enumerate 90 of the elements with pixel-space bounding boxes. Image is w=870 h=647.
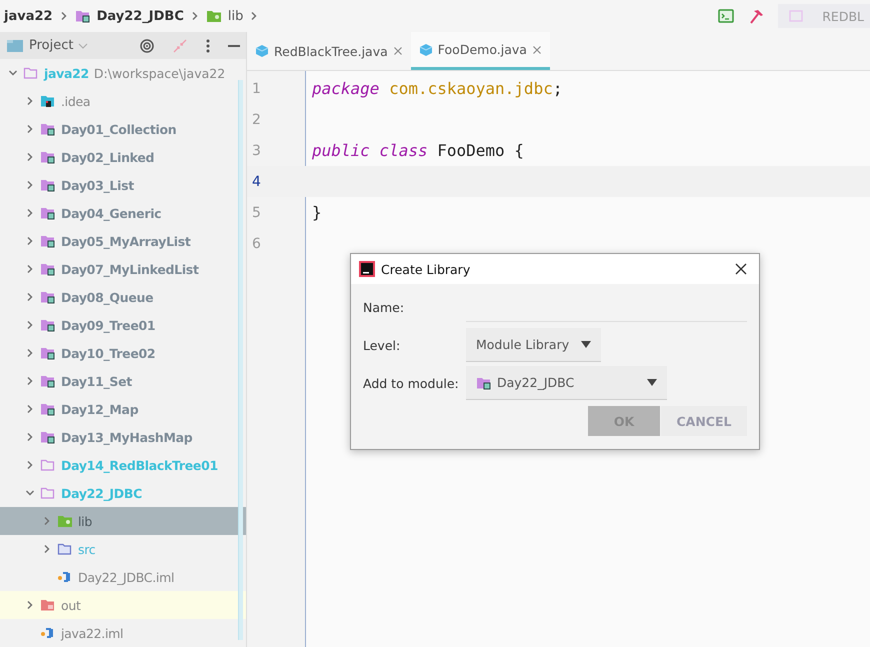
minimize-icon xyxy=(228,44,240,46)
tree-item[interactable]: Day13_MyHashMap xyxy=(0,423,246,451)
app-logo-icon xyxy=(359,261,375,277)
close-icon xyxy=(735,263,747,275)
module-file-icon xyxy=(57,570,73,584)
module-folder-icon xyxy=(40,262,56,276)
module-folder-icon xyxy=(40,430,56,444)
tree-item[interactable]: .idea xyxy=(0,87,246,115)
project-icon xyxy=(6,38,24,52)
code-text: public class xyxy=(312,141,428,160)
java-class-icon xyxy=(255,44,269,58)
tree-item[interactable]: out xyxy=(0,591,246,619)
tree-item[interactable]: Day22_JDBC xyxy=(0,479,246,507)
run-configuration-name: REDBL xyxy=(822,8,864,24)
breadcrumb-item[interactable]: Day22_JDBC xyxy=(96,8,184,24)
dropdown-arrow-icon xyxy=(647,378,657,386)
tree-item[interactable]: Day07_MyLinkedList xyxy=(0,255,246,283)
dropdown-arrow-icon xyxy=(581,340,591,348)
editor-tab[interactable]: FooDemo.java xyxy=(410,32,550,70)
tree-item[interactable]: Day03_List xyxy=(0,171,246,199)
dropdown[interactable]: Day22_JDBC xyxy=(466,366,667,400)
tree-item[interactable]: Day10_Tree02 xyxy=(0,339,246,367)
module-folder-icon xyxy=(40,374,56,388)
cancel-button[interactable]: CANCEL xyxy=(661,406,747,436)
close-icon xyxy=(392,46,403,56)
hammer-icon xyxy=(748,8,764,24)
tree-item[interactable]: Day02_Linked xyxy=(0,143,246,171)
run-configuration-selector[interactable]: REDBL xyxy=(778,4,870,28)
excluded-folder-icon xyxy=(40,598,56,612)
code-text: package xyxy=(312,79,380,98)
module-folder-icon xyxy=(40,122,56,136)
code-text: com.cskaoyan.jdbc xyxy=(388,79,553,98)
breadcrumb-item[interactable]: java22 xyxy=(4,8,53,24)
folder-icon xyxy=(40,458,56,472)
tree-item[interactable]: Day14_RedBlackTree01 xyxy=(0,451,246,479)
module-folder-icon xyxy=(40,346,56,360)
line-number: 5 xyxy=(251,204,262,220)
line-number: 4 xyxy=(251,174,262,190)
tree-item[interactable]: Day11_Set xyxy=(0,367,246,395)
folder-icon xyxy=(40,486,56,500)
module-folder-icon xyxy=(40,178,56,192)
breadcrumb-item[interactable]: lib xyxy=(228,8,244,24)
module-file-icon xyxy=(40,626,56,640)
field-label: Add to module: xyxy=(363,376,460,390)
folder-icon xyxy=(23,66,39,80)
tree-item[interactable]: src xyxy=(0,535,246,563)
code-text: } xyxy=(312,203,322,222)
tree-item[interactable]: Day01_Collection xyxy=(0,115,246,143)
line-number: 3 xyxy=(251,142,262,158)
module-folder-icon xyxy=(40,206,56,220)
line-number: 1 xyxy=(251,80,262,96)
window-icon xyxy=(788,9,804,23)
dropdown[interactable]: Module Library xyxy=(466,328,601,362)
collapse-all-icon xyxy=(172,38,188,54)
module-folder-icon xyxy=(40,234,56,248)
dialog-title: Create Library xyxy=(381,262,472,276)
tree-item[interactable]: lib xyxy=(0,507,246,535)
tree-item[interactable]: Day22_JDBC.iml xyxy=(0,563,246,591)
line-number: 6 xyxy=(251,236,262,252)
path-label: D:\workspace\java22 xyxy=(94,66,226,80)
module-folder-icon xyxy=(40,402,56,416)
source-folder-icon xyxy=(57,542,73,556)
module-folder-icon xyxy=(40,318,56,332)
scrollbar[interactable] xyxy=(238,80,243,640)
tree-item[interactable]: Day12_Map xyxy=(0,395,246,423)
tree-item[interactable]: java22.iml xyxy=(0,619,246,647)
library-folder-icon xyxy=(206,9,222,23)
line-number: 2 xyxy=(251,112,262,128)
editor-tab[interactable]: RedBlackTree.java xyxy=(247,32,411,70)
field-label: Level: xyxy=(363,338,402,352)
config-folder-icon xyxy=(40,94,56,108)
close-icon xyxy=(532,44,542,54)
more-options-icon xyxy=(205,38,211,54)
module-folder-icon xyxy=(74,9,91,23)
tree-item[interactable]: Day09_Tree01 xyxy=(0,311,246,339)
target-icon xyxy=(139,38,155,54)
module-folder-icon xyxy=(476,376,492,390)
module-folder-icon xyxy=(40,150,56,164)
java-class-icon xyxy=(418,42,433,56)
project-view-selector[interactable]: Project xyxy=(6,38,88,53)
tree-item[interactable]: java22 D:\workspace\java22 xyxy=(0,59,246,87)
code-text: FooDemo { xyxy=(436,141,524,160)
field-label: Name: xyxy=(363,300,406,314)
module-folder-icon xyxy=(40,290,56,304)
code-text: ; xyxy=(552,79,562,98)
library-folder-icon xyxy=(57,514,73,528)
tree-item[interactable]: Day08_Queue xyxy=(0,283,246,311)
tree-item[interactable]: Day05_MyArrayList xyxy=(0,227,246,255)
terminal-icon xyxy=(718,8,734,24)
tree-item[interactable]: Day04_Generic xyxy=(0,199,246,227)
